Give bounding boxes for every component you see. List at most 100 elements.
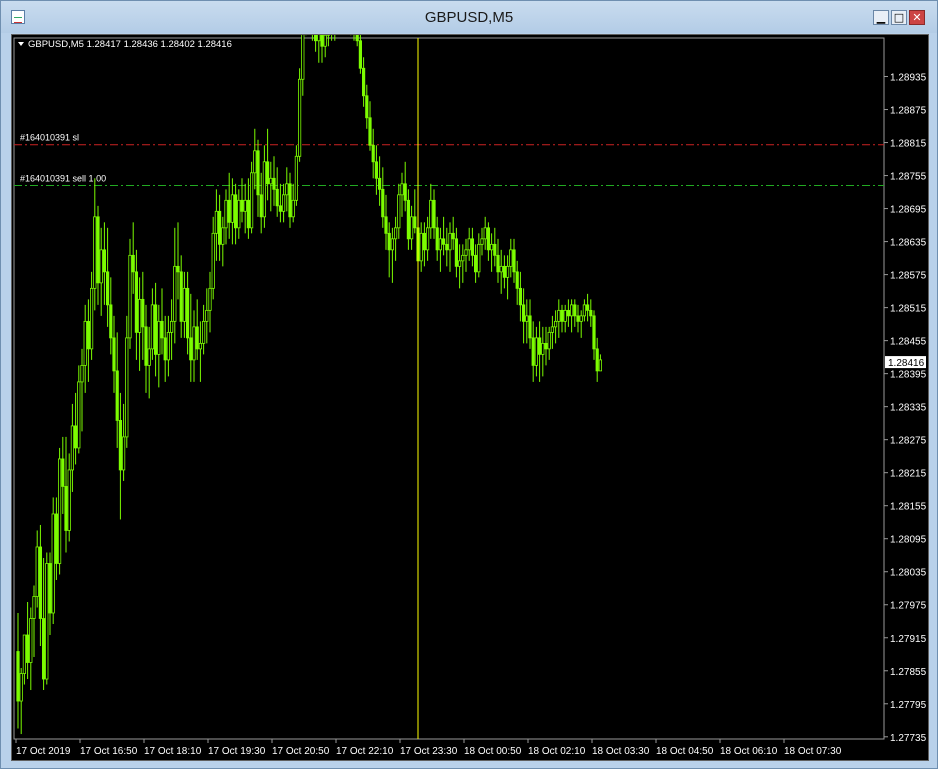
candle-body (525, 315, 529, 322)
price-chart[interactable]: 1.28935 1.28875 1.28815 1.28755 1.28695 1.286… (11, 34, 929, 761)
y-tick-label: 1.28875 (890, 106, 927, 117)
candle-body (534, 337, 539, 366)
y-tick-label: 1.28395 (890, 370, 927, 381)
candle-body (557, 309, 561, 322)
candle-body (576, 315, 580, 322)
candle-body (233, 194, 238, 229)
candle-body (538, 337, 542, 355)
candle-body (570, 304, 574, 317)
candle-body (403, 183, 407, 201)
x-tick-label: 17 Oct 18:10 (144, 746, 202, 757)
candle-body (179, 271, 183, 322)
candle-body (499, 265, 503, 273)
x-tick-label: 17 Oct 19:30 (208, 746, 266, 757)
candle-body (246, 199, 250, 229)
candle-body (560, 309, 564, 322)
candle-body (317, 35, 321, 42)
candle-body (554, 320, 558, 328)
candle-body (224, 199, 228, 229)
candle-body (512, 249, 516, 273)
candle-body (448, 232, 452, 251)
maximize-button[interactable]: □ (891, 10, 907, 25)
candle-body (496, 254, 500, 273)
candle-body (445, 243, 449, 251)
candle-body (176, 265, 180, 273)
y-tick-label: 1.27735 (890, 733, 927, 744)
candle-body (470, 238, 475, 256)
candle-body (550, 326, 555, 333)
candle-body (61, 458, 65, 487)
y-tick-label: 1.28215 (890, 469, 927, 480)
candle-body (112, 337, 116, 372)
candle-body (163, 337, 167, 361)
candle-body (102, 249, 106, 273)
candle-body (297, 78, 302, 157)
candle-body (230, 194, 234, 223)
candle-body (93, 216, 97, 289)
candle-body (381, 188, 385, 218)
candle-body (38, 546, 43, 619)
candle-body (90, 287, 94, 350)
candle-body (265, 161, 270, 185)
candle-body (438, 238, 443, 251)
candle-body (586, 304, 590, 311)
y-tick-label: 1.28335 (890, 403, 927, 414)
candle-body (96, 216, 100, 284)
candle-body (77, 381, 81, 449)
candle-body (281, 194, 286, 212)
close-button[interactable]: ✕ (909, 10, 925, 25)
candle-body (387, 232, 391, 251)
candle-body (515, 271, 519, 289)
candle-body (582, 304, 587, 317)
minimize-button[interactable]: ▁ (873, 10, 889, 25)
candle-body (544, 342, 548, 350)
candle-body (150, 304, 154, 350)
candle-body (185, 287, 190, 339)
candle-body (419, 232, 423, 262)
candle-body (493, 243, 497, 256)
candle-body (301, 35, 305, 80)
candle-body (86, 320, 90, 350)
candle-body (461, 254, 465, 262)
candle-body (285, 183, 289, 196)
candle-body (413, 216, 417, 229)
x-tick-label: 18 Oct 07:30 (784, 746, 842, 757)
candle-body (291, 199, 295, 218)
candle-body (99, 249, 103, 284)
candle-body (377, 177, 382, 190)
candle-body (384, 216, 388, 234)
candle-body (320, 35, 324, 47)
candle-body (35, 546, 39, 597)
candle-body (486, 227, 491, 251)
chart-canvas[interactable]: 1.28935 1.28875 1.28815 1.28755 1.28695 1.286… (12, 35, 928, 760)
candle-body (509, 249, 513, 267)
candle-body (249, 172, 254, 229)
plot-area (13, 37, 885, 740)
y-tick-label: 1.28815 (890, 139, 927, 150)
candle-body (16, 651, 20, 702)
candle-body (83, 320, 87, 366)
candle-body (122, 436, 126, 471)
candle-body (294, 155, 299, 201)
y-tick-label: 1.28035 (890, 568, 927, 579)
candle-body (58, 458, 62, 564)
candle-body (192, 326, 196, 361)
candle-body (74, 425, 78, 449)
candle-body (64, 486, 68, 531)
y-tick-label: 1.28695 (890, 205, 927, 216)
candle-body (393, 227, 398, 240)
x-tick-label: 18 Oct 03:30 (592, 746, 650, 757)
candle-body (41, 618, 46, 680)
y-tick-label: 1.28155 (890, 502, 927, 513)
candle-body (141, 298, 145, 328)
y-tick-label: 1.27975 (890, 601, 927, 612)
candle-body (195, 326, 199, 350)
candle-body (80, 364, 84, 383)
x-tick-label: 17 Oct 22:10 (336, 746, 394, 757)
candle-body (441, 238, 446, 245)
collapse-arrow-icon (18, 42, 24, 46)
candle-body (272, 177, 276, 190)
candle-body (400, 183, 404, 196)
candle-body (29, 618, 33, 663)
title-bar[interactable]: GBPUSD,M5 ▁ □ ✕ (1, 1, 937, 33)
